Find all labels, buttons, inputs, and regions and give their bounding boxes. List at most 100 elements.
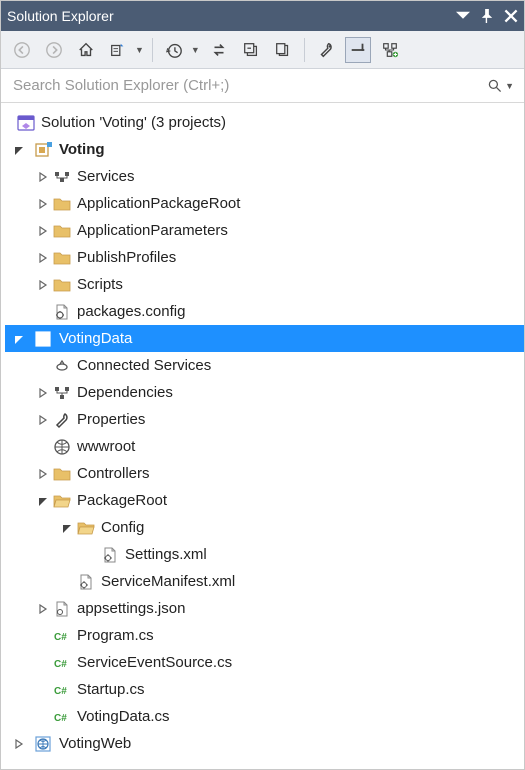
tree-item-label: ApplicationParameters	[77, 222, 228, 239]
tree-item-label: Settings.xml	[125, 546, 207, 563]
tree-item-appsettings[interactable]: appsettings.json	[5, 595, 524, 622]
search-input[interactable]	[11, 76, 487, 95]
tree-item-publish-profiles[interactable]: PublishProfiles	[5, 244, 524, 271]
toolbar: ▼ ▼	[1, 31, 524, 69]
web-project-icon	[33, 328, 55, 350]
collapse-all-button[interactable]	[238, 37, 264, 63]
titlebar: Solution Explorer	[1, 1, 524, 31]
tree-item-app-package-root[interactable]: ApplicationPackageRoot	[5, 190, 524, 217]
close-icon[interactable]	[504, 9, 518, 23]
chevron-down-icon[interactable]	[11, 142, 27, 158]
chevron-right-icon[interactable]	[35, 223, 51, 239]
properties-button[interactable]	[313, 37, 339, 63]
chevron-down-icon[interactable]	[11, 331, 27, 347]
project-label: Voting	[59, 141, 105, 158]
solution-node[interactable]: Solution 'Voting' (3 projects)	[5, 109, 524, 136]
tree-item-controllers[interactable]: Controllers	[5, 460, 524, 487]
tree-item-label: ServiceManifest.xml	[101, 573, 235, 590]
tree-item-wwwroot[interactable]: wwwroot	[5, 433, 524, 460]
csharp-file-icon: C#	[51, 679, 73, 701]
pin-icon[interactable]	[480, 9, 494, 23]
csharp-file-icon: C#	[51, 706, 73, 728]
tree-item-packageroot[interactable]: PackageRoot	[5, 487, 524, 514]
tree-item-label: Startup.cs	[77, 681, 145, 698]
web-project-icon	[33, 733, 55, 755]
chevron-right-icon[interactable]	[11, 736, 27, 752]
home-button[interactable]	[73, 37, 99, 63]
svg-text:C#: C#	[54, 659, 67, 670]
svg-text:C#: C#	[54, 632, 67, 643]
scope-dropdown-icon[interactable]: ▼	[135, 45, 144, 55]
chevron-right-icon[interactable]	[35, 250, 51, 266]
config-file-icon	[51, 301, 73, 323]
connected-services-icon	[51, 355, 73, 377]
tree-item-properties[interactable]: Properties	[5, 406, 524, 433]
panel-title: Solution Explorer	[7, 8, 456, 24]
service-fabric-project-icon	[33, 139, 55, 161]
tree-item-label: Scripts	[77, 276, 123, 293]
window-menu-icon[interactable]	[456, 9, 470, 23]
folder-icon	[51, 247, 73, 269]
tree-item-app-parameters[interactable]: ApplicationParameters	[5, 217, 524, 244]
chevron-right-icon[interactable]	[35, 385, 51, 401]
tree-item-program-cs[interactable]: C# Program.cs	[5, 622, 524, 649]
tree-item-startup-cs[interactable]: C# Startup.cs	[5, 676, 524, 703]
tree-item-label: Services	[77, 168, 135, 185]
search-icon[interactable]: ▼	[487, 78, 514, 94]
chevron-right-icon[interactable]	[35, 601, 51, 617]
project-votingdata[interactable]: VotingData	[5, 325, 524, 352]
tree-item-label: VotingData.cs	[77, 708, 170, 725]
wrench-icon	[51, 409, 73, 431]
json-file-icon	[51, 598, 73, 620]
chevron-right-icon[interactable]	[35, 466, 51, 482]
tree-item-label: PackageRoot	[77, 492, 167, 509]
project-voting[interactable]: Voting	[5, 136, 524, 163]
tree-item-connected-services[interactable]: Connected Services	[5, 352, 524, 379]
solution-tree[interactable]: Solution 'Voting' (3 projects) Voting Se…	[1, 103, 524, 769]
tree-item-scripts[interactable]: Scripts	[5, 271, 524, 298]
preview-button[interactable]	[345, 37, 371, 63]
tree-item-settings-xml[interactable]: Settings.xml	[5, 541, 524, 568]
dependencies-icon	[51, 382, 73, 404]
tree-item-service-event-source-cs[interactable]: C# ServiceEventSource.cs	[5, 649, 524, 676]
xml-file-icon	[99, 544, 121, 566]
show-all-files-button[interactable]	[270, 37, 296, 63]
tree-item-service-manifest[interactable]: ServiceManifest.xml	[5, 568, 524, 595]
folder-open-icon	[51, 490, 73, 512]
folder-open-icon	[75, 517, 97, 539]
forward-button[interactable]	[41, 37, 67, 63]
view-class-diagram-button[interactable]	[377, 37, 403, 63]
tree-item-label: ServiceEventSource.cs	[77, 654, 232, 671]
csharp-file-icon: C#	[51, 625, 73, 647]
folder-icon	[51, 274, 73, 296]
chevron-down-icon[interactable]	[59, 520, 75, 536]
tree-item-label: ApplicationPackageRoot	[77, 195, 240, 212]
tree-item-votingdata-cs[interactable]: C# VotingData.cs	[5, 703, 524, 730]
tree-item-label: Program.cs	[77, 627, 154, 644]
chevron-right-icon[interactable]	[35, 196, 51, 212]
tree-item-config[interactable]: Config	[5, 514, 524, 541]
chevron-down-icon[interactable]	[35, 493, 51, 509]
chevron-right-icon[interactable]	[35, 412, 51, 428]
back-button[interactable]	[9, 37, 35, 63]
tree-item-label: Config	[101, 519, 144, 536]
history-dropdown-icon[interactable]: ▼	[191, 45, 200, 55]
tree-item-label: Connected Services	[77, 357, 211, 374]
folder-icon	[51, 463, 73, 485]
globe-icon	[51, 436, 73, 458]
tree-item-label: packages.config	[77, 303, 185, 320]
history-button[interactable]	[161, 37, 187, 63]
folder-icon	[51, 193, 73, 215]
sync-button[interactable]	[206, 37, 232, 63]
chevron-right-icon[interactable]	[35, 169, 51, 185]
scope-button[interactable]	[105, 37, 131, 63]
tree-item-dependencies[interactable]: Dependencies	[5, 379, 524, 406]
chevron-right-icon[interactable]	[35, 277, 51, 293]
tree-item-label: Dependencies	[77, 384, 173, 401]
xml-file-icon	[75, 571, 97, 593]
tree-item-packages-config[interactable]: packages.config	[5, 298, 524, 325]
tree-item-services[interactable]: Services	[5, 163, 524, 190]
project-label: VotingData	[59, 330, 132, 347]
project-votingweb[interactable]: VotingWeb	[5, 730, 524, 757]
svg-text:C#: C#	[54, 713, 67, 724]
